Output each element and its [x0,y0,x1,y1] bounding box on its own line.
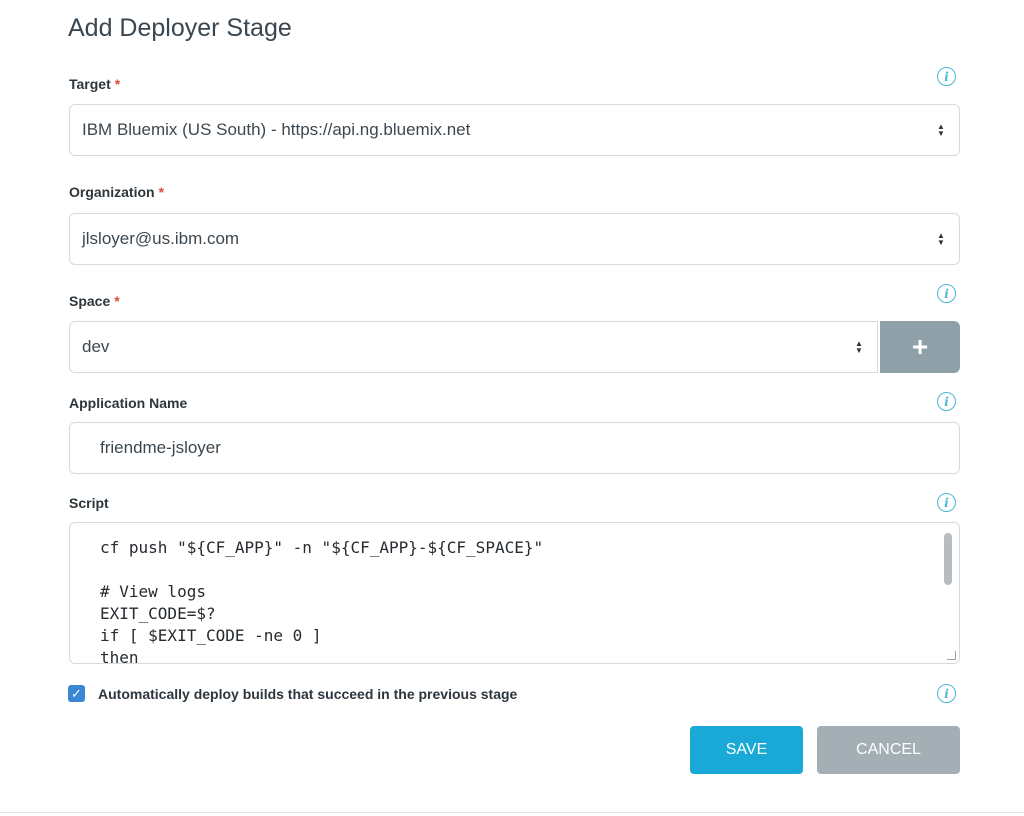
auto-deploy-label[interactable]: Automatically deploy builds that succeed… [98,686,517,702]
dialog-title: Add Deployer Stage [68,14,292,42]
info-icon[interactable]: i [937,493,956,512]
info-icon[interactable]: i [937,284,956,303]
script-scrollbar-thumb[interactable] [944,533,952,585]
select-arrows-icon: ▲ ▼ [937,122,945,138]
resize-handle-icon[interactable] [947,651,956,660]
script-scrollbar[interactable] [943,529,953,657]
target-label-text: Target [69,76,111,92]
script-textarea[interactable]: cf push "${CF_APP}" -n "${CF_APP}-${CF_S… [69,522,960,664]
save-button[interactable]: SAVE [690,726,803,774]
info-icon[interactable]: i [937,684,956,703]
deployer-stage-dialog: Add Deployer Stage Target * i IBM Bluemix… [0,0,1024,816]
cancel-button[interactable]: CANCEL [817,726,960,774]
target-select[interactable]: IBM Bluemix (US South) - https://api.ng.… [69,104,960,156]
select-arrows-icon: ▲ ▼ [855,339,863,355]
organization-select[interactable]: jlsloyer@us.ibm.com ▲ ▼ [69,213,960,265]
space-label: Space * [69,293,120,309]
select-arrows-icon: ▲ ▼ [937,231,945,247]
organization-label: Organization * [69,184,164,200]
space-select-value: dev [82,337,110,356]
required-marker: * [114,293,120,309]
application-name-value: friendme-jsloyer [100,438,221,457]
space-select[interactable]: dev ▲ ▼ [69,321,878,373]
organization-label-text: Organization [69,184,155,200]
required-marker: * [114,76,121,92]
divider [0,812,1024,813]
space-label-text: Space [69,293,111,309]
add-space-button[interactable]: + [880,321,960,373]
info-icon[interactable]: i [937,392,956,411]
application-name-input[interactable]: friendme-jsloyer [69,422,960,474]
organization-select-value: jlsloyer@us.ibm.com [82,229,240,248]
auto-deploy-checkbox[interactable]: ✓ [68,685,85,702]
checkmark-icon: ✓ [71,685,82,701]
application-name-label: Application Name [69,395,188,411]
info-icon[interactable]: i [937,67,956,86]
script-content: cf push "${CF_APP}" -n "${CF_APP}-${CF_S… [100,538,544,664]
target-select-value: IBM Bluemix (US South) - https://api.ng.… [82,120,471,139]
script-label: Script [69,495,109,511]
required-marker: * [158,184,165,200]
target-label: Target * [69,76,120,92]
